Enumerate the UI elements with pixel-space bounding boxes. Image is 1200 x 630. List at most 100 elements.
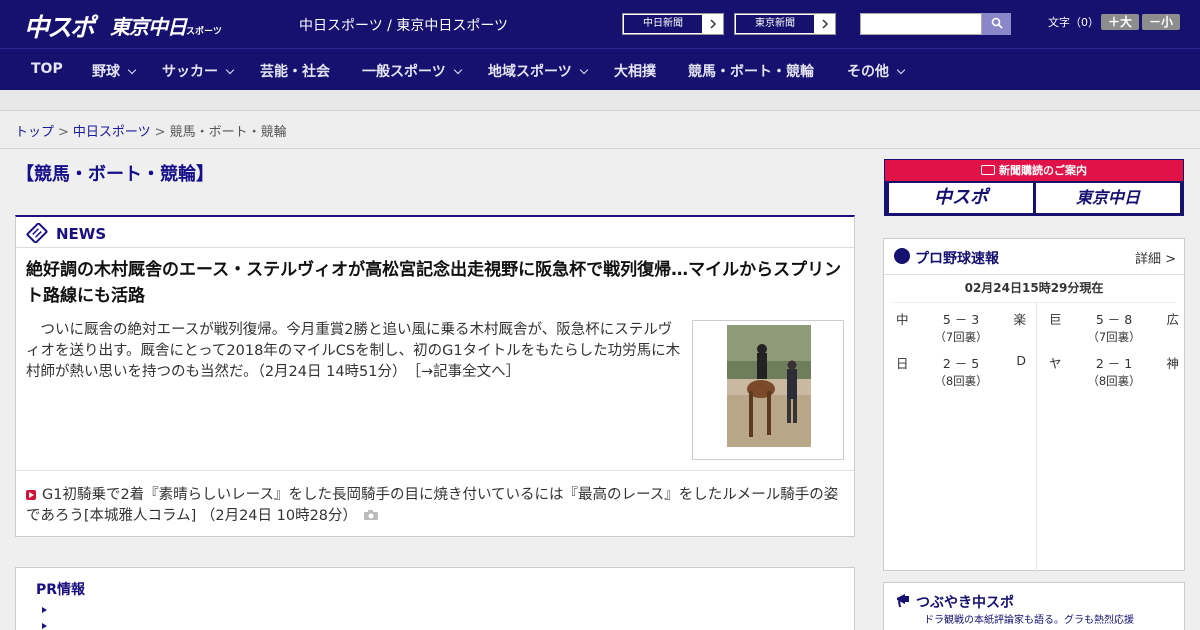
breadcrumb-current: 競馬・ボート・競輪 bbox=[169, 125, 287, 140]
away-team: 広 bbox=[1166, 312, 1179, 327]
chunichi-shimbun-label: 中日新聞 bbox=[624, 15, 702, 33]
news-panel: NEWS 絶好調の木村厩舎のエース・ステルヴィオが高松宮記念出走視野に阪急杯で戦… bbox=[15, 215, 855, 537]
inning: （7回裏） bbox=[1087, 330, 1141, 344]
tokyo-chunichi-logo[interactable]: 東京中日スポーツ bbox=[110, 11, 222, 40]
tweet-subtitle: ドラ観戦の本紙評論家も語る。グラも熱烈応援 bbox=[924, 615, 1134, 626]
nav-item-soccer[interactable]: サッカー bbox=[162, 61, 235, 81]
chevron-down-icon bbox=[453, 65, 462, 75]
lead-article-title[interactable]: 絶好調の木村厩舎のエース・ステルヴィオが高松宮記念出走視野に阪急杯で戦列復帰…マ… bbox=[26, 257, 846, 309]
away-team: 楽 bbox=[1013, 312, 1026, 327]
megaphone-icon bbox=[894, 590, 914, 614]
nav-label: その他 bbox=[847, 64, 889, 80]
breadcrumb-top-link[interactable]: トップ bbox=[15, 125, 54, 140]
site-header: 中スポ 東京中日スポーツ 中日スポーツ / 東京中日スポーツ 中日新聞 東京新聞… bbox=[0, 0, 1200, 48]
chevron-down-icon bbox=[896, 65, 906, 75]
newspaper-icon bbox=[981, 165, 995, 175]
sub-nav-bar bbox=[0, 90, 1200, 111]
breadcrumb-separator: > bbox=[154, 125, 166, 140]
sub-news-item[interactable]: G1初騎乗で2着『素晴らしいレース』をした長岡騎手の目に焼き付いているには『最高… bbox=[26, 485, 848, 527]
breadcrumb-separator: > bbox=[58, 125, 69, 140]
nav-item-general-sports[interactable]: 一般スポーツ bbox=[362, 61, 462, 81]
main-nav: TOP 野球 サッカー 芸能・社会 一般スポーツ 地域スポーツ 大相撲 競馬・ボ… bbox=[0, 48, 1200, 90]
subscription-banner[interactable]: 新聞購読のご案内 中スポ 東京中日 bbox=[884, 159, 1184, 216]
news-divider bbox=[16, 470, 854, 471]
chevron-right-icon bbox=[815, 14, 835, 34]
site-title[interactable]: 中日スポーツ / 東京中日スポーツ bbox=[299, 15, 508, 35]
inning: （8回裏） bbox=[934, 374, 988, 388]
baseball-icon bbox=[894, 248, 910, 264]
page-title: 【競馬・ボート・競輪】 bbox=[16, 164, 214, 185]
subscription-heading-text: 新聞購読のご案内 bbox=[999, 164, 1087, 177]
tokyo-shimbun-link[interactable]: 東京新聞 bbox=[734, 13, 836, 35]
pr-bullet-icon bbox=[42, 623, 47, 629]
subscription-heading: 新聞購読のご案内 bbox=[885, 160, 1183, 181]
tokyo-shimbun-label: 東京新聞 bbox=[736, 15, 814, 33]
baseball-timestamp: 02月24日15時29分現在 bbox=[964, 281, 1104, 295]
chevron-down-icon bbox=[225, 65, 235, 75]
nav-item-entertainment[interactable]: 芸能・社会 bbox=[260, 61, 330, 81]
chunichi-shimbun-link[interactable]: 中日新聞 bbox=[622, 13, 724, 35]
font-size-increase-button[interactable]: ＋大 bbox=[1101, 14, 1139, 30]
tokyo-chunichi-subscribe-button[interactable]: 東京中日 bbox=[1036, 183, 1180, 213]
tokyo-logo-small: スポーツ bbox=[186, 27, 222, 37]
nav-label: サッカー bbox=[162, 64, 218, 80]
nav-label: TOP bbox=[31, 61, 63, 77]
nav-label: 大相撲 bbox=[614, 64, 656, 80]
tag-icon bbox=[26, 222, 48, 247]
pr-title: PR情報 bbox=[36, 582, 86, 598]
score: 2 － 5 bbox=[942, 356, 980, 371]
nav-item-local-sports[interactable]: 地域スポーツ bbox=[488, 61, 588, 81]
play-bullet-icon bbox=[26, 490, 36, 500]
chuspo-logo[interactable]: 中スポ bbox=[24, 8, 95, 44]
search-button[interactable] bbox=[982, 13, 1011, 35]
lead-article-summary[interactable]: ついに厩舎の絶対エースが戦列復帰。今月重賞2勝と追い風に乗る木村厩舎が、阪急杯に… bbox=[26, 320, 682, 383]
nav-item-top[interactable]: TOP bbox=[31, 61, 63, 77]
breadcrumb: トップ > 中日スポーツ > 競馬・ボート・競輪 bbox=[15, 121, 287, 140]
game-score[interactable]: 日2 － 5D （8回裏） bbox=[896, 353, 1026, 395]
font-size-label: 文字（0） bbox=[1048, 16, 1099, 29]
inning: （7回裏） bbox=[934, 330, 988, 344]
away-team: D bbox=[1016, 353, 1026, 368]
nav-item-sumo[interactable]: 大相撲 bbox=[614, 61, 656, 81]
nav-item-baseball[interactable]: 野球 bbox=[92, 61, 137, 81]
lead-article-photo[interactable] bbox=[692, 320, 844, 460]
pr-panel: PR情報 bbox=[15, 567, 855, 630]
baseball-header: プロ野球速報 詳細 > bbox=[884, 239, 1184, 275]
news-header: NEWS bbox=[16, 217, 854, 248]
baseball-title: プロ野球速報 bbox=[915, 251, 999, 267]
search-input[interactable] bbox=[860, 13, 982, 35]
chevron-down-icon bbox=[579, 65, 588, 75]
chuspo-subscribe-button[interactable]: 中スポ bbox=[889, 183, 1033, 213]
camera-icon bbox=[363, 507, 379, 528]
game-score[interactable]: 巨5 － 8広 （7回裏） bbox=[1049, 309, 1179, 351]
column-divider bbox=[1036, 303, 1037, 571]
news-label: NEWS bbox=[56, 225, 107, 243]
nav-label: 競馬・ボート・競輪 bbox=[688, 64, 814, 80]
score: 2 － 1 bbox=[1095, 356, 1133, 371]
nav-label: 地域スポーツ bbox=[488, 64, 572, 80]
score: 5 － 8 bbox=[1095, 312, 1133, 327]
nav-item-racing[interactable]: 競馬・ボート・競輪 bbox=[688, 61, 814, 81]
baseball-scores-panel: プロ野球速報 詳細 > 02月24日15時29分現在 中5 － 3楽 （7回裏）… bbox=[883, 238, 1185, 571]
game-score[interactable]: ヤ2 － 1神 （8回裏） bbox=[1049, 353, 1179, 395]
pr-bullet-icon bbox=[42, 607, 47, 613]
away-team: 神 bbox=[1166, 356, 1179, 371]
font-size-decrease-button[interactable]: －小 bbox=[1142, 14, 1180, 30]
game-score[interactable]: 中5 － 3楽 （7回裏） bbox=[896, 309, 1026, 351]
breadcrumb-section-link[interactable]: 中日スポーツ bbox=[73, 125, 151, 140]
nav-label: 野球 bbox=[92, 64, 120, 80]
sub-news-text: G1初騎乗で2着『素晴らしいレース』をした長岡騎手の目に焼き付いているには『最高… bbox=[26, 487, 839, 524]
baseball-games-grid: 中5 － 3楽 （7回裏） 巨5 － 8広 （7回裏） 日2 － 5D （8回裏… bbox=[892, 302, 1179, 571]
breadcrumb-bar: トップ > 中日スポーツ > 競馬・ボート・競輪 bbox=[0, 111, 1200, 149]
tweet-panel[interactable]: つぶやき中スポ ドラ観戦の本紙評論家も語る。グラも熱烈応援 bbox=[883, 582, 1185, 630]
chevron-down-icon bbox=[127, 65, 137, 75]
nav-label: 一般スポーツ bbox=[362, 64, 446, 80]
nav-label: 芸能・社会 bbox=[260, 64, 330, 80]
nav-item-other[interactable]: その他 bbox=[847, 61, 906, 81]
search-icon bbox=[991, 17, 1003, 32]
tokyo-logo-text: 東京中日 bbox=[110, 15, 187, 39]
baseball-detail-link[interactable]: 詳細 > bbox=[1135, 248, 1176, 267]
score: 5 － 3 bbox=[942, 312, 980, 327]
inning: （8回裏） bbox=[1087, 374, 1141, 388]
tweet-title: つぶやき中スポ bbox=[916, 595, 1014, 611]
